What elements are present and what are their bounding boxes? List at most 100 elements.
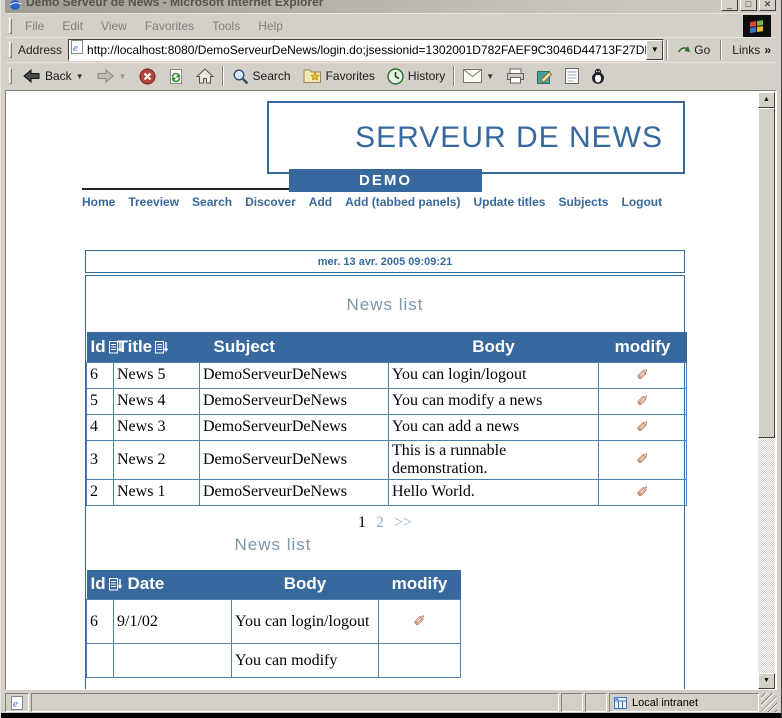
refresh-button[interactable] bbox=[162, 66, 190, 87]
next-page-link[interactable]: >> bbox=[394, 514, 412, 531]
scrollbar-thumb[interactable] bbox=[758, 108, 775, 438]
edit-pencil-icon[interactable]: ✐ bbox=[636, 368, 649, 384]
nav-add-tabbed[interactable]: Add (tabbed panels) bbox=[345, 195, 460, 209]
main-nav: Home Treeview Search Discover Add Add (t… bbox=[82, 195, 662, 209]
edit-pencil-icon[interactable]: ✐ bbox=[636, 485, 649, 501]
news-table: Id Title Subject Body modify 6 News 5 De… bbox=[86, 332, 687, 506]
column-header-id-2[interactable]: Id bbox=[87, 570, 114, 600]
menu-edit[interactable]: Edit bbox=[53, 19, 92, 33]
nav-subjects[interactable]: Subjects bbox=[558, 195, 608, 209]
home-button[interactable] bbox=[190, 66, 220, 86]
print-icon bbox=[506, 68, 525, 84]
menu-view[interactable]: View bbox=[92, 19, 136, 33]
resize-grip[interactable] bbox=[761, 693, 777, 712]
menu-tools[interactable]: Tools bbox=[203, 19, 249, 33]
edit-pencil-icon[interactable]: ✐ bbox=[413, 614, 426, 630]
forward-arrow-icon bbox=[96, 68, 115, 84]
favorites-icon bbox=[303, 69, 322, 84]
address-bar: Address e ▼ Go Links » bbox=[5, 37, 777, 62]
forward-button[interactable]: ▼ bbox=[90, 66, 133, 86]
print-button[interactable] bbox=[500, 66, 531, 86]
edit-icon bbox=[537, 68, 553, 84]
favorites-button[interactable]: Favorites bbox=[297, 67, 381, 86]
title-bar[interactable]: Demo Serveur de News - Microsoft Interne… bbox=[5, 0, 777, 13]
menu-favorites[interactable]: Favorites bbox=[136, 19, 203, 33]
nav-logout[interactable]: Logout bbox=[621, 195, 662, 209]
address-dropdown-button[interactable]: ▼ bbox=[646, 40, 663, 60]
nav-treeview[interactable]: Treeview bbox=[128, 195, 179, 209]
column-header-modify: modify bbox=[599, 332, 687, 362]
stop-icon bbox=[139, 68, 156, 85]
forward-dropdown-caret[interactable]: ▼ bbox=[119, 72, 127, 81]
menu-grip[interactable] bbox=[9, 18, 12, 34]
edit-pencil-icon[interactable]: ✐ bbox=[636, 394, 649, 410]
column-header-body: Body bbox=[389, 332, 599, 362]
discuss-icon bbox=[565, 68, 579, 84]
vertical-scrollbar[interactable]: ▲ ▼ bbox=[758, 92, 775, 689]
table-row: 6 News 5 DemoServeurDeNews You can login… bbox=[87, 362, 687, 388]
web-page: SERVEUR DE NEWS DEMO Home Treeview Searc… bbox=[7, 92, 758, 689]
divider bbox=[453, 66, 455, 86]
address-label: Address bbox=[18, 43, 62, 57]
address-grip[interactable] bbox=[9, 42, 12, 58]
messenger-button[interactable] bbox=[585, 66, 611, 86]
date-banner: mer. 13 avr. 2005 09:09:21 bbox=[85, 250, 685, 273]
mail-dropdown-caret[interactable]: ▼ bbox=[486, 72, 494, 81]
ie-app-icon bbox=[9, 0, 22, 13]
edit-button[interactable] bbox=[531, 66, 559, 86]
page-favicon: e bbox=[71, 40, 84, 60]
menu-help[interactable]: Help bbox=[249, 19, 292, 33]
column-header-body-2: Body bbox=[232, 570, 379, 600]
discuss-button[interactable] bbox=[559, 66, 585, 86]
scroll-down-button[interactable]: ▼ bbox=[758, 673, 775, 689]
stop-button[interactable] bbox=[133, 66, 162, 87]
minimize-button[interactable]: _ bbox=[721, 0, 738, 11]
window-title: Demo Serveur de News - Microsoft Interne… bbox=[26, 0, 323, 9]
svg-text:e: e bbox=[13, 698, 18, 710]
column-header-id[interactable]: Id bbox=[87, 332, 114, 362]
nav-search[interactable]: Search bbox=[192, 195, 232, 209]
page-icon: e bbox=[11, 696, 23, 710]
chevron-icon: » bbox=[764, 43, 771, 57]
scroll-up-button[interactable]: ▲ bbox=[758, 92, 775, 108]
edit-pencil-icon[interactable]: ✐ bbox=[636, 452, 649, 468]
content-box: News list Id Title Subject Body modify 6… bbox=[85, 275, 685, 689]
page-number-link[interactable]: 2 bbox=[376, 514, 384, 531]
close-button[interactable]: ✕ bbox=[759, 0, 776, 11]
status-pane bbox=[585, 693, 607, 712]
column-header-title[interactable]: Title bbox=[114, 332, 200, 362]
column-header-modify-2: modify bbox=[379, 570, 461, 600]
sort-desc-icon bbox=[109, 578, 123, 591]
status-pane bbox=[561, 693, 583, 712]
address-input[interactable] bbox=[84, 43, 646, 57]
sort-desc-icon bbox=[155, 341, 169, 354]
toolbar-grip[interactable] bbox=[9, 68, 12, 84]
table-row: 3 News 2 DemoServeurDeNews This is a run… bbox=[87, 440, 687, 479]
table-row: 5 News 4 DemoServeurDeNews You can modif… bbox=[87, 388, 687, 414]
nav-add[interactable]: Add bbox=[309, 195, 332, 209]
divider bbox=[666, 40, 668, 60]
status-page-icon-pane: e bbox=[5, 693, 29, 712]
edit-pencil-icon[interactable]: ✐ bbox=[636, 420, 649, 436]
nav-home[interactable]: Home bbox=[82, 195, 115, 209]
go-button[interactable]: Go bbox=[670, 43, 718, 57]
nav-update-titles[interactable]: Update titles bbox=[473, 195, 545, 209]
nav-discover[interactable]: Discover bbox=[245, 195, 296, 209]
links-button[interactable]: Links » bbox=[724, 43, 777, 57]
news-list-heading: News list bbox=[86, 295, 684, 315]
mail-icon bbox=[463, 69, 482, 83]
back-dropdown-caret[interactable]: ▼ bbox=[76, 72, 84, 81]
mail-button[interactable]: ▼ bbox=[457, 67, 500, 85]
table-row: 2 News 1 DemoServeurDeNews Hello World. … bbox=[87, 479, 687, 505]
security-zone-pane: Local intranet bbox=[609, 693, 759, 712]
divider bbox=[222, 66, 224, 86]
ie-throbber bbox=[743, 15, 771, 38]
table-row: 6 9/1/02 You can login/logout ✐ bbox=[87, 600, 461, 644]
search-button[interactable]: Search bbox=[226, 66, 297, 87]
menu-file[interactable]: File bbox=[16, 19, 53, 33]
history-button[interactable]: History bbox=[381, 66, 451, 87]
history-icon bbox=[387, 68, 404, 85]
maximize-button[interactable]: □ bbox=[740, 0, 757, 11]
status-message-pane bbox=[31, 693, 559, 712]
back-button[interactable]: Back ▼ bbox=[16, 66, 90, 86]
